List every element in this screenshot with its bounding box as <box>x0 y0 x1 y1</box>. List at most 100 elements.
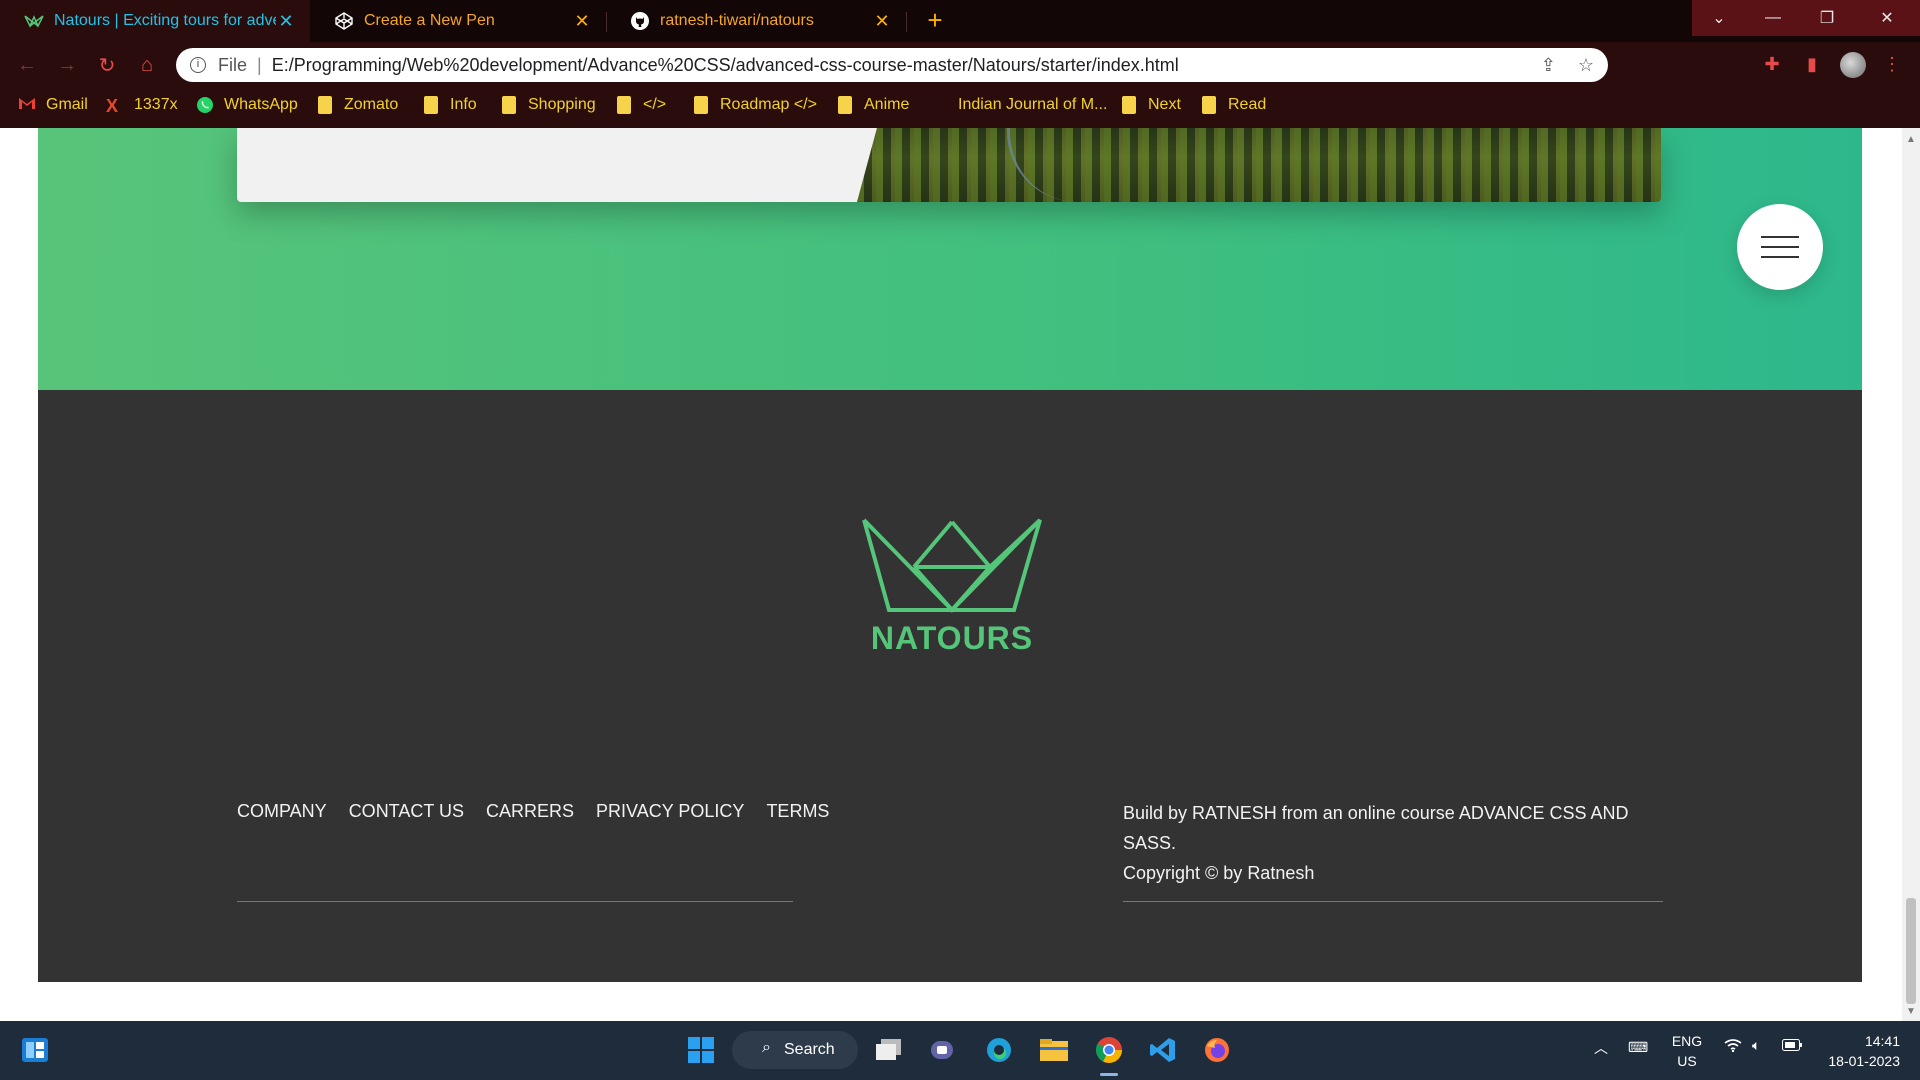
bookmark-whatsapp[interactable]: WhatsApp <box>196 88 298 122</box>
close-tab-icon[interactable]: ✕ <box>276 11 296 32</box>
vscode-icon[interactable] <box>1146 1033 1180 1067</box>
back-arrow-icon[interactable]: ← <box>12 50 42 80</box>
folder-icon <box>617 96 631 114</box>
close-window-icon[interactable]: ✕ <box>1854 0 1920 36</box>
bookmark-info[interactable]: Info <box>424 88 477 122</box>
scroll-up-arrow-icon[interactable]: ▲ <box>1906 134 1916 145</box>
windows-start-icon[interactable] <box>684 1033 718 1067</box>
search-label: Search <box>784 1041 835 1058</box>
side-panel-icon[interactable]: ▮ <box>1800 54 1824 78</box>
bookmark-gmail[interactable]: Gmail <box>18 88 88 122</box>
footer-logo: NATOURS <box>854 512 1050 656</box>
page-scrollbar[interactable]: ▲ ▼ <box>1902 128 1920 1021</box>
hamburger-line <box>1761 236 1799 238</box>
bookmark-label: Indian Journal of M... <box>958 96 1108 113</box>
forest-texture <box>857 128 1661 202</box>
tab-codepen[interactable]: Create a New Pen ✕ <box>310 0 606 42</box>
whatsapp-icon <box>196 96 213 114</box>
wifi-icon[interactable] <box>1724 1038 1742 1055</box>
footer-copy-divider <box>1123 901 1663 902</box>
bookmark-next[interactable]: Next <box>1122 88 1181 122</box>
bookmark-label: Zomato <box>344 96 399 113</box>
footer-link-company[interactable]: COMPANY <box>237 801 327 822</box>
tab-github[interactable]: ratnesh-tiwari/natours ✕ <box>606 0 906 42</box>
bookmark-star-icon[interactable]: ☆ <box>1578 55 1594 76</box>
forest-road-image <box>857 128 1661 202</box>
lang-line-2: US <box>1677 1053 1697 1069</box>
navigation-hamburger-button[interactable] <box>1737 204 1823 290</box>
bookmark-anime[interactable]: Anime <box>838 88 909 122</box>
search-icon: ⌕ <box>762 1039 771 1056</box>
close-tab-icon[interactable]: ✕ <box>572 11 592 32</box>
natours-crown-logo-icon <box>862 518 1042 613</box>
tab-natours[interactable]: Natours | Exciting tours for adven ✕ <box>0 0 310 42</box>
taskbar-search-button[interactable]: ⌕ Search <box>732 1031 858 1069</box>
bookmark-1337x[interactable]: X 1337x <box>106 88 178 122</box>
reload-icon[interactable]: ↻ <box>92 50 122 80</box>
restore-icon[interactable]: ❐ <box>1800 0 1854 36</box>
new-tab-button[interactable]: + <box>920 6 950 36</box>
natours-favicon-icon <box>24 11 44 31</box>
footer-link-privacy[interactable]: PRIVACY POLICY <box>596 801 744 822</box>
scrollbar-thumb[interactable] <box>1906 898 1916 1004</box>
task-view-icon[interactable] <box>872 1033 906 1067</box>
menu-kebab-icon[interactable]: ⋮ <box>1880 54 1904 78</box>
folder-icon <box>838 96 852 114</box>
address-actions: ⇪ ☆ <box>1541 55 1594 76</box>
bookmark-roadmap[interactable]: Roadmap </> <box>694 88 817 122</box>
scroll-down-arrow-icon[interactable]: ▼ <box>1906 1006 1916 1017</box>
firefox-icon[interactable] <box>1200 1033 1234 1067</box>
chrome-browser-icon[interactable] <box>1092 1033 1126 1067</box>
extensions-puzzle-icon[interactable]: ✚ <box>1760 54 1784 78</box>
address-scheme: File <box>218 54 248 75</box>
system-clock[interactable]: 14:41 18-01-2023 <box>1820 1031 1900 1071</box>
stories-section <box>38 128 1862 390</box>
tab-search-chevron-down-icon[interactable]: ⌄ <box>1692 0 1746 36</box>
share-icon[interactable]: ⇪ <box>1541 55 1556 76</box>
show-hidden-icons-chevron-up-icon[interactable]: ︿ <box>1594 1038 1608 1058</box>
bookmark-label: 1337x <box>134 96 178 113</box>
codepen-icon <box>334 11 354 31</box>
bookmark-label: </> <box>643 96 667 113</box>
teams-chat-icon[interactable] <box>926 1033 960 1067</box>
bookmark-code[interactable]: </> <box>617 88 666 122</box>
volume-icon[interactable]: 🔈︎ <box>1752 1037 1760 1054</box>
battery-icon[interactable] <box>1782 1038 1802 1054</box>
footer-link-careers[interactable]: CARRERS <box>486 801 574 822</box>
bookmark-shopping[interactable]: Shopping <box>502 88 596 122</box>
edge-browser-icon[interactable] <box>982 1033 1016 1067</box>
chrome-active-indicator <box>1100 1073 1118 1076</box>
folder-icon <box>694 96 708 114</box>
web-page: NATOURS COMPANY CONTACT US CARRERS PRIVA… <box>0 128 1920 1021</box>
footer-nav-divider <box>237 901 793 902</box>
widgets-icon[interactable] <box>18 1033 52 1067</box>
footer-link-contact[interactable]: CONTACT US <box>349 801 464 822</box>
hamburger-line <box>1761 256 1799 258</box>
language-indicator[interactable]: ENG US <box>1660 1031 1714 1071</box>
profile-avatar[interactable] <box>1840 52 1866 78</box>
footer-link-terms[interactable]: TERMS <box>766 801 829 822</box>
file-explorer-icon[interactable] <box>1037 1033 1071 1067</box>
address-separator: | <box>257 54 262 75</box>
close-tab-icon[interactable]: ✕ <box>872 11 892 32</box>
copyright-line-2: Copyright © by Ratnesh <box>1123 863 1315 883</box>
tab-title: ratnesh-tiwari/natours <box>660 12 814 29</box>
address-url[interactable]: E:/Programming/Web%20development/Advance… <box>272 55 1179 76</box>
lang-line-1: ENG <box>1671 1033 1703 1049</box>
bookmark-label: Gmail <box>46 96 88 113</box>
folder-icon <box>424 96 438 114</box>
home-icon[interactable]: ⌂ <box>132 50 162 80</box>
site-info-icon[interactable]: i <box>190 57 206 73</box>
forward-arrow-icon[interactable]: → <box>52 50 82 80</box>
footer-nav: COMPANY CONTACT US CARRERS PRIVACY POLIC… <box>237 801 829 822</box>
folder-icon <box>318 96 332 114</box>
footer: NATOURS COMPANY CONTACT US CARRERS PRIVA… <box>38 390 1862 982</box>
bookmark-label: Roadmap </> <box>720 96 817 113</box>
brand-name: NATOURS <box>870 620 1034 656</box>
keyboard-icon[interactable]: ⌨ <box>1628 1039 1648 1056</box>
address-bar[interactable]: i File | E:/Programming/Web%20developmen… <box>176 48 1608 82</box>
bookmark-zomato[interactable]: Zomato <box>318 88 398 122</box>
bookmark-read[interactable]: Read <box>1202 88 1266 122</box>
minimize-icon[interactable]: — <box>1746 0 1800 36</box>
bookmark-indian-journal[interactable]: Indian Journal of M... <box>958 88 1107 122</box>
